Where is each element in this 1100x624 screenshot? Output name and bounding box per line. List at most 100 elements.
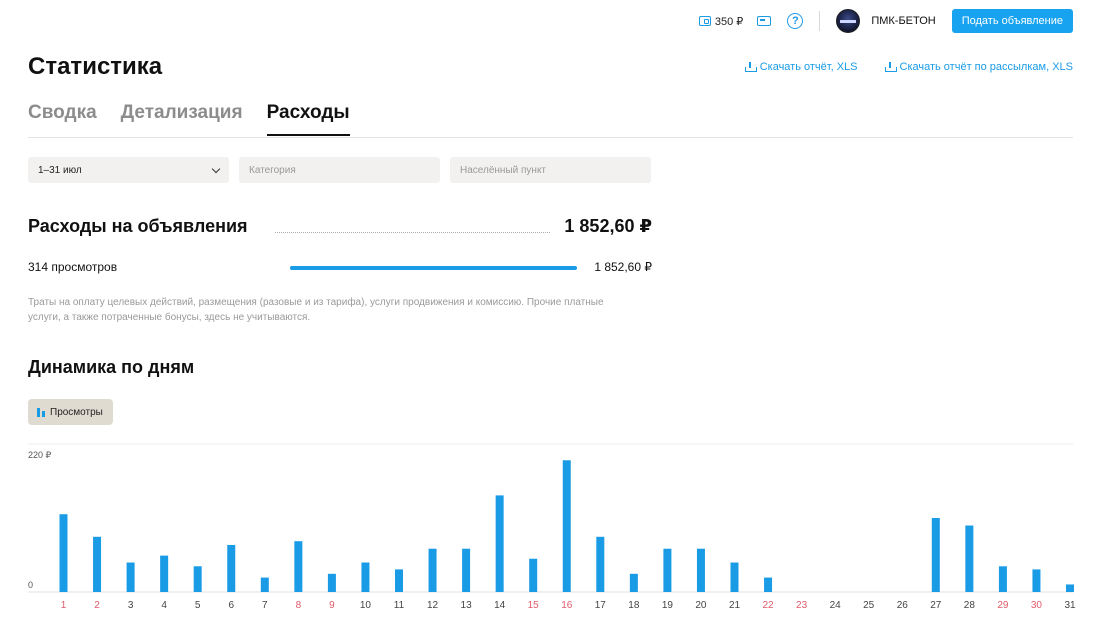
locality-select[interactable]: Населённый пункт [450,157,651,183]
chart-bar [327,573,336,592]
chart-bar [730,562,739,592]
balance-value: 350 ₽ [714,15,744,28]
x-tick-label: 10 [360,600,372,611]
x-tick-label: 26 [897,600,909,611]
chevron-down-icon [211,164,221,173]
views-progress-bar [290,266,577,270]
x-tick-label: 3 [128,600,134,611]
download-mailing-report-label: Скачать отчёт по рассылкам, XLS [899,61,1074,73]
locality-placeholder: Населённый пункт [460,164,547,176]
x-tick-label: 22 [762,600,774,611]
chart-bar [193,566,202,592]
chart-bar [696,548,705,592]
tab-summary[interactable]: Сводка [28,102,97,136]
chart-bar [361,562,370,592]
x-tick-label: 29 [997,600,1009,611]
post-ad-button[interactable]: Подать объявление [951,9,1073,33]
download-mailing-report-link[interactable]: Скачать отчёт по рассылкам, XLS [884,61,1074,73]
x-tick-label: 12 [427,600,439,611]
chart-bar [965,525,974,592]
x-tick-label: 11 [394,600,405,611]
download-icon [884,62,897,72]
chart-bar [1066,584,1074,592]
period-select[interactable]: 1–31 июл [28,157,229,183]
filters: 1–31 июл Категория Населённый пункт [28,157,661,183]
x-tick-label: 8 [296,600,302,611]
x-tick-label: 23 [796,600,808,611]
page-title: Статистика [28,53,163,80]
category-select[interactable]: Категория [239,157,440,183]
dotted-leader [275,232,550,233]
x-tick-label: 20 [695,600,707,611]
x-tick-label: 30 [1031,600,1043,611]
x-tick-label: 14 [494,600,506,611]
x-tick-label: 19 [662,600,674,611]
expenses-title: Расходы на объявления [28,216,248,236]
x-tick-label: 24 [830,600,842,611]
x-tick-label: 15 [528,600,540,611]
chart-bar [1032,569,1041,592]
chart-bar [529,558,538,592]
chart-bar [395,569,403,592]
tab-expenses[interactable]: Расходы [266,102,350,136]
card-icon[interactable] [757,16,772,26]
wallet-icon [698,16,711,26]
avatar[interactable] [836,9,861,33]
chart-bar [260,577,269,592]
download-links: Скачать отчёт, XLS Скачать отчёт по расс… [718,61,1073,73]
download-icon [744,62,757,72]
category-placeholder: Категория [249,164,296,176]
divider [819,11,821,31]
legend-views-toggle[interactable]: Просмотры [28,399,113,425]
x-tick-label: 5 [195,600,201,611]
chart-bar [629,573,638,592]
views-label: 314 просмотров [28,260,118,274]
chart-bar [428,548,437,592]
chart-bar [59,514,68,592]
y-tick-max: 220 ₽ [28,450,52,460]
chart-bar [764,577,773,592]
chart-bar [462,548,471,592]
chart-bar [663,548,672,592]
chart-bar [931,517,940,592]
tab-details[interactable]: Детализация [121,102,243,136]
views-progress-fill [290,266,577,270]
wallet-balance[interactable]: 350 ₽ [698,15,744,28]
chart-bar [596,536,605,592]
tabs: Сводка Детализация Расходы [28,102,374,136]
x-tick-label: 2 [94,600,100,611]
x-tick-label: 13 [461,600,473,611]
legend-label: Просмотры [50,406,103,418]
chart-bar [495,495,504,592]
x-tick-label: 21 [729,600,741,611]
x-tick-label: 4 [161,600,167,611]
dynamics-title: Динамика по дням [28,357,195,377]
period-value: 1–31 июл [38,164,82,176]
chart-bar [227,544,236,592]
x-tick-label: 7 [262,600,268,611]
x-tick-label: 1 [61,600,67,611]
x-tick-label: 16 [561,600,573,611]
x-tick-label: 31 [1064,600,1076,611]
download-report-label: Скачать отчёт, XLS [759,61,858,73]
download-report-link[interactable]: Скачать отчёт, XLS [744,61,858,73]
expenses-total: 1 852,60 ₽ [564,216,652,236]
x-tick-label: 17 [595,600,607,611]
views-amount: 1 852,60 ₽ [594,260,652,274]
chart-bar [160,555,169,592]
x-tick-label: 27 [930,600,942,611]
chart-bar [562,460,571,592]
x-tick-label: 25 [863,600,875,611]
x-tick-label: 18 [628,600,640,611]
chart-bar [126,562,135,592]
chart-bar [294,541,303,592]
y-tick-min: 0 [28,580,33,590]
daily-expenses-chart: 220 ₽01 2 3 4 5 6 7 8 9 10 11 12 13 14 15 16 17 18 19 20 21 2… [28,443,1076,611]
tabs-divider [28,137,1073,138]
help-icon[interactable]: ? [787,13,804,29]
company-name[interactable]: ПМК-БЕТОН [871,15,935,27]
x-tick-label: 6 [228,600,234,611]
chart-bar [998,566,1007,592]
x-tick-label: 28 [964,600,976,611]
chart-bar [93,536,102,592]
